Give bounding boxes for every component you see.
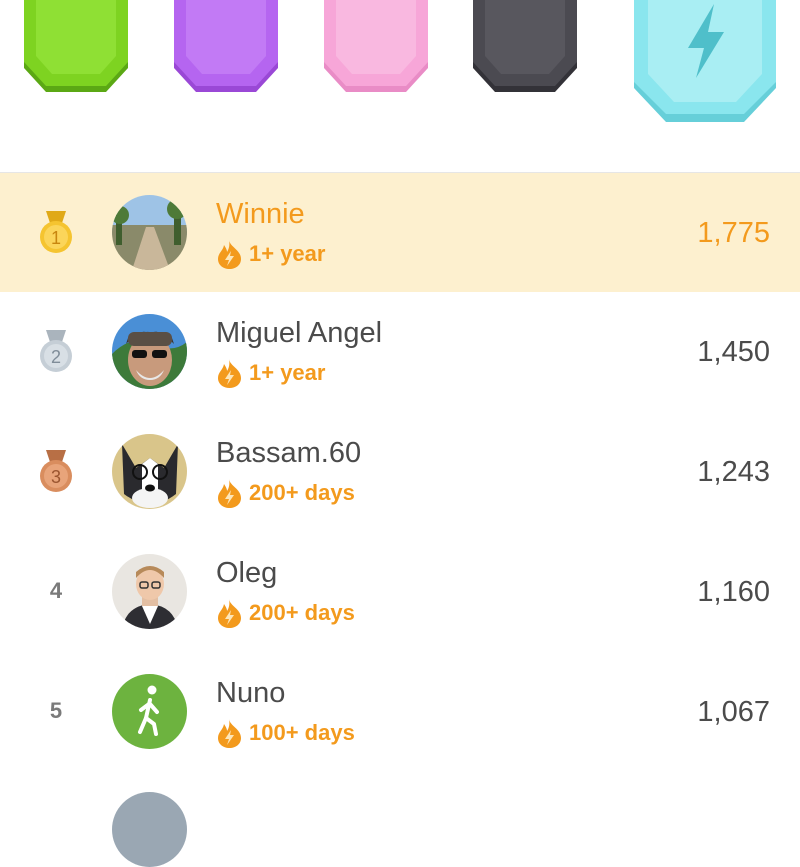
streak-text: 200+ days <box>249 480 355 505</box>
avatar-oleg[interactable] <box>112 554 187 629</box>
leaderboard-row-1[interactable]: 1 Winnie 1+ year 1,775 <box>0 173 800 292</box>
obsidian-league-badge <box>471 0 579 102</box>
xp-value: 1,243 <box>697 456 770 488</box>
leaderboard-row-5[interactable]: 5 Nuno 100+ days 1,067 <box>0 652 800 771</box>
rank-number: 4 <box>49 578 63 603</box>
xp-value: 1,775 <box>697 217 770 249</box>
user-name: Miguel Angel <box>216 317 383 349</box>
streak-text: 100+ days <box>249 720 355 745</box>
streak-text: 200+ days <box>249 600 355 625</box>
leaderboard-row-3[interactable]: 3 Bassam.60 200+ days 1,243 <box>0 412 800 531</box>
user-name: Bassam.60 <box>216 437 362 469</box>
streak-text: 1+ year <box>249 360 326 385</box>
avatar-bassam[interactable] <box>112 434 187 509</box>
purple-league-badge <box>172 0 280 102</box>
user-name: Nuno <box>216 677 286 709</box>
avatar-miguel-angel[interactable] <box>112 314 187 389</box>
league-badges <box>0 0 800 172</box>
xp-value: 1,160 <box>697 576 770 608</box>
pink-league-badge <box>322 0 430 102</box>
user-name: Winnie <box>216 198 305 230</box>
medal-rank-number: 1 <box>51 228 61 248</box>
user-name: Oleg <box>216 557 278 589</box>
medal-rank-number: 3 <box>51 467 61 487</box>
leaderboard-row-4[interactable]: 4 Oleg 200+ days 1,160 <box>0 532 800 651</box>
silver-medal-icon: 2 <box>37 330 75 374</box>
bronze-medal-icon: 3 <box>37 450 75 494</box>
xp-value: 1,450 <box>697 336 770 368</box>
fire-icon <box>218 359 241 388</box>
streak-text: 1+ year <box>249 241 326 266</box>
avatar-nuno[interactable] <box>112 674 187 749</box>
fire-icon <box>218 599 241 628</box>
avatar-next-row-partial[interactable] <box>112 792 187 867</box>
fire-icon <box>218 240 241 269</box>
gold-medal-icon: 1 <box>37 211 75 255</box>
fire-icon <box>218 719 241 748</box>
leaderboard-row-2[interactable]: 2 Miguel Angel 1+ year 1,450 <box>0 292 800 411</box>
fire-icon <box>218 479 241 508</box>
diamond-league-badge <box>632 0 778 125</box>
rank-number: 5 <box>49 698 63 723</box>
avatar-winnie[interactable] <box>112 195 187 270</box>
medal-rank-number: 2 <box>51 347 61 367</box>
green-league-badge <box>22 0 130 102</box>
xp-value: 1,067 <box>697 696 770 728</box>
